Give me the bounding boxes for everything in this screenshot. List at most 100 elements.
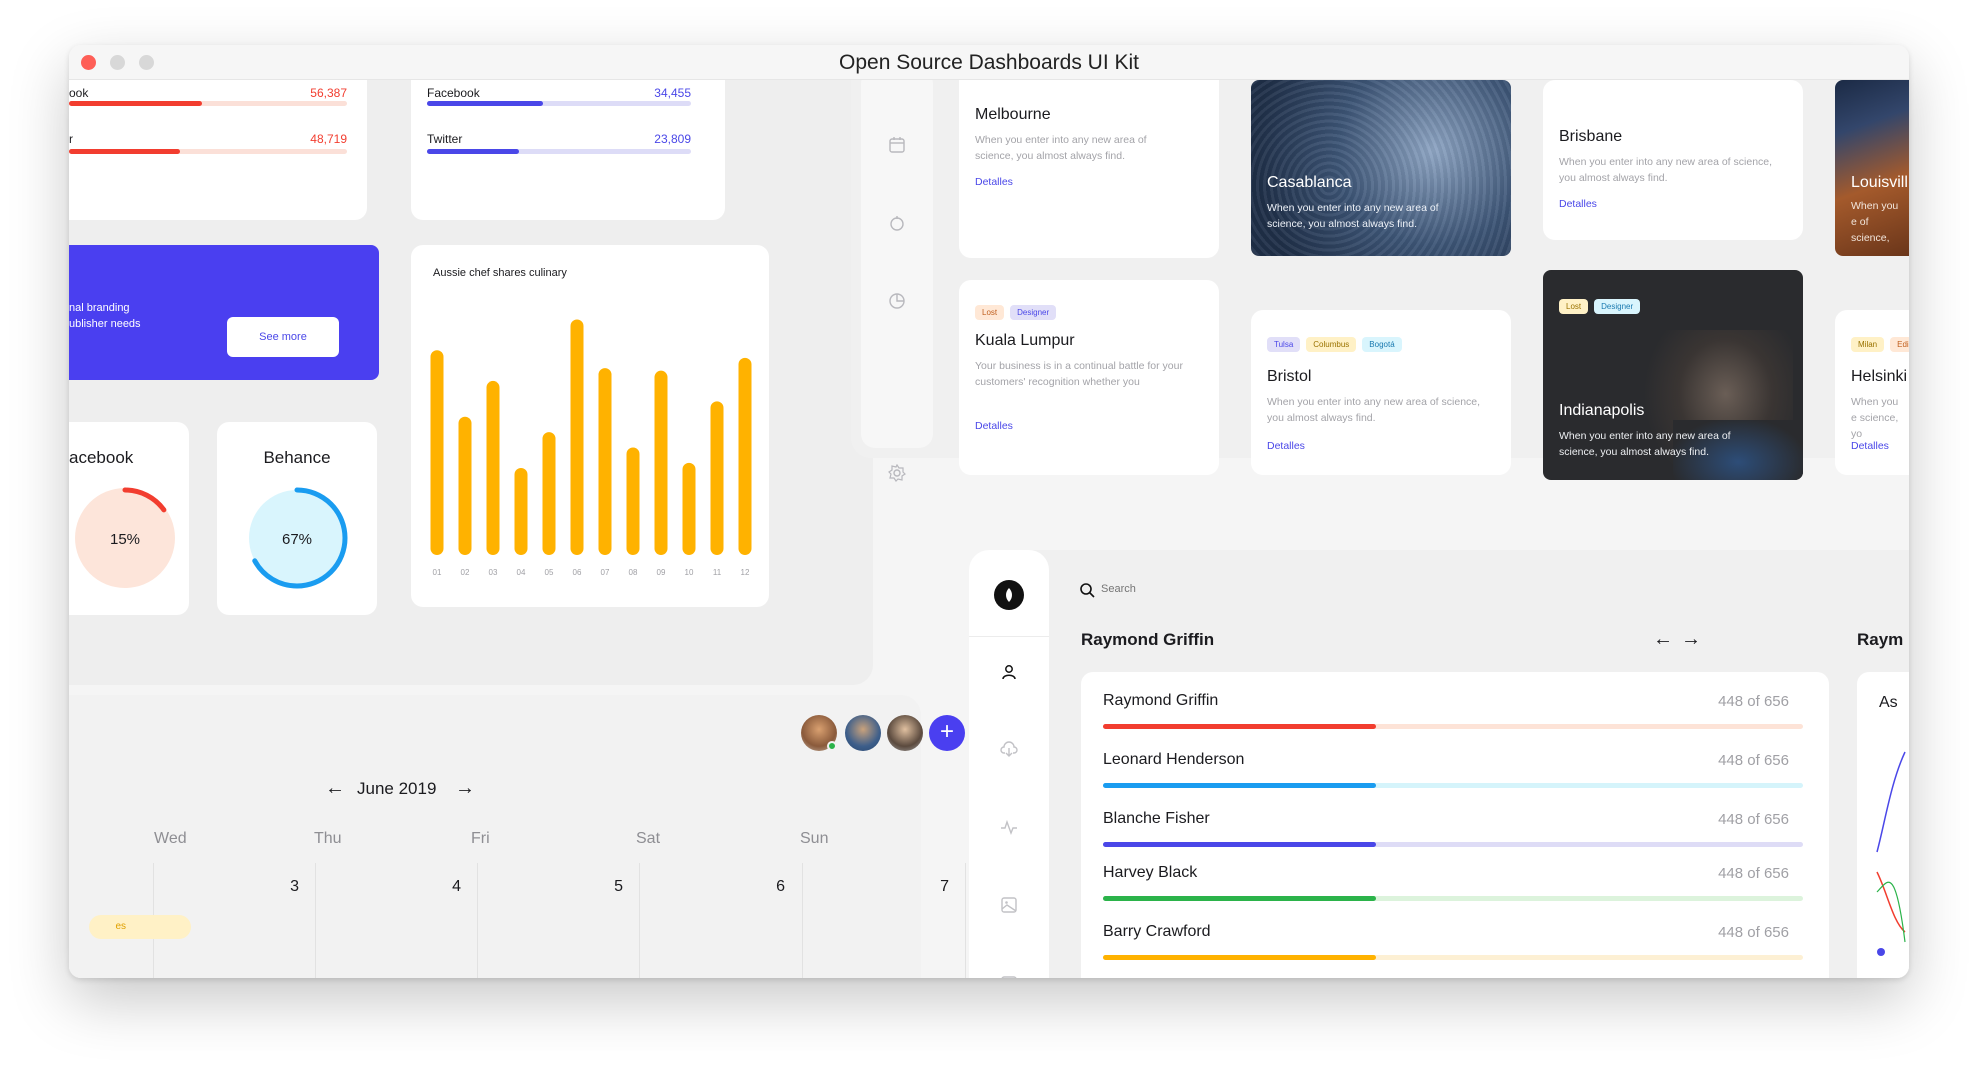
cities-panel: Melbourne When you enter into any new ar… (851, 80, 1909, 482)
social-item-label: Twitter (427, 132, 463, 146)
weekday-label: Thu (314, 830, 342, 847)
city-description: When you enter into any new area of scie… (1267, 202, 1439, 230)
chart-bar (710, 401, 724, 555)
section-title: Raym (1857, 630, 1904, 649)
people-sidebar (969, 550, 1049, 978)
progress-value: 448 of 656 (1718, 752, 1789, 769)
legend-dot (1877, 948, 1885, 956)
timer-icon[interactable] (888, 214, 906, 232)
prev-month-arrow-icon[interactable]: ← (325, 777, 345, 800)
cloud-download-icon[interactable] (1000, 740, 1018, 758)
chart-bar (682, 462, 696, 555)
person-name: Blanche Fisher (1103, 810, 1210, 827)
calendar-icon[interactable] (1000, 974, 1018, 978)
city-card-louisville[interactable]: Louisvill When you e of science, (1835, 80, 1909, 256)
user-icon[interactable] (1000, 663, 1018, 681)
calendar-icon[interactable] (888, 136, 906, 154)
prev-arrow-icon[interactable]: ← (1653, 628, 1673, 651)
divider (969, 636, 1049, 637)
person-name: Raymond Griffin (1103, 692, 1219, 709)
city-card-brisbane[interactable]: Brisbane When you enter into any new are… (1543, 80, 1803, 240)
city-card-bristol[interactable]: Tulsa Columbus Bogotá Bristol When you ent… (1251, 310, 1511, 475)
details-link[interactable]: Detalles (975, 420, 1013, 432)
tag: Lost (975, 305, 1005, 320)
calendar-date[interactable]: 5 (593, 878, 623, 896)
social-item-fill (69, 149, 181, 154)
chart-bar (458, 416, 472, 555)
month-label: June 2019 (357, 779, 437, 798)
progress-fill (1103, 842, 1376, 847)
grid-line (965, 863, 966, 978)
city-description: When you e of science, (1851, 200, 1899, 244)
calendar-event[interactable]: es (89, 915, 191, 939)
next-month-arrow-icon[interactable]: → (455, 777, 475, 800)
settings-icon[interactable] (888, 464, 906, 482)
x-tick-label: 06 (573, 568, 582, 577)
progress-list-card: Raymond Griffin 448 of 656 Leonard Hende… (1081, 672, 1829, 978)
chart-bar (598, 368, 612, 555)
calendar-date[interactable]: 7 (919, 878, 949, 896)
x-tick-label: 04 (517, 568, 526, 577)
city-name: Louisvill (1851, 174, 1908, 191)
city-card-melbourne[interactable]: Melbourne When you enter into any new ar… (959, 80, 1219, 258)
bar-chart: 01 02 03 04 05 06 07 08 09 10 11 12 (430, 319, 752, 577)
calendar-date[interactable]: 6 (755, 878, 785, 896)
social-item-track (427, 101, 691, 106)
social-item-value: 23,809 (654, 132, 691, 146)
social-item-track (69, 149, 347, 154)
city-card-kuala-lumpur[interactable]: Lost Designer Kuala Lumpur Your business … (959, 280, 1219, 475)
chart-bar (738, 357, 752, 555)
tag: Lost (1559, 299, 1589, 314)
promo-text: nal branding (69, 302, 130, 314)
add-member-button[interactable]: + (929, 715, 965, 751)
chart-bar (570, 319, 584, 555)
search-input[interactable] (1101, 578, 1301, 600)
social-item-fill (427, 101, 544, 106)
pie-chart-icon[interactable] (888, 292, 906, 310)
social-item-label: Facebook (427, 86, 480, 100)
tag-list: Lost Designer (975, 302, 1062, 320)
promo-card: nal branding ublisher needs See more (69, 245, 379, 380)
details-link[interactable]: Detalles (975, 176, 1013, 188)
series-line (1876, 751, 1906, 853)
line-chart (1876, 751, 1906, 956)
chart-bar (514, 467, 528, 555)
avatar[interactable] (887, 715, 923, 751)
city-description: When you enter into any new area of scie… (1267, 396, 1481, 424)
donut-value: 67% (282, 531, 312, 548)
chart-title: Aussie chef shares culinary (433, 267, 567, 279)
city-description: When you enter into any new area of scie… (1559, 156, 1773, 184)
see-more-button[interactable]: See more (227, 317, 339, 357)
series-line (1876, 871, 1906, 933)
donut-value: 15% (110, 531, 140, 548)
online-status-icon (827, 741, 837, 751)
city-description: Your business is in a continual battle f… (975, 360, 1183, 388)
details-link[interactable]: Detalles (1851, 440, 1889, 452)
section-title: Raymond Griffin (1081, 630, 1215, 649)
weekday-label: Sun (800, 830, 829, 847)
progress-track (1103, 724, 1803, 729)
city-card-indianapolis[interactable]: Lost Designer Indianapolis When you enter… (1543, 270, 1803, 480)
city-card-casablanca[interactable]: Casablanca When you enter into any new a… (1251, 80, 1511, 256)
series-line (1876, 881, 1906, 943)
chart-bar (430, 350, 444, 555)
person-name: Barry Crawford (1103, 923, 1211, 940)
calendar-date[interactable]: 4 (431, 878, 461, 896)
details-link[interactable]: Detalles (1267, 440, 1305, 452)
avatar[interactable] (845, 715, 881, 751)
calendar-date[interactable]: 3 (269, 878, 299, 896)
tag: Milan (1851, 337, 1885, 352)
weekday-label: Sat (636, 830, 661, 847)
activity-icon[interactable] (1000, 818, 1018, 836)
details-link[interactable]: Detalles (1559, 198, 1597, 210)
tag-list: Milan Edi (1851, 334, 1909, 352)
next-arrow-icon[interactable]: → (1681, 628, 1701, 651)
social-item-value: 48,719 (310, 132, 347, 146)
city-description: When you enter into any new area of scie… (1559, 430, 1731, 458)
city-card-helsinki[interactable]: Milan Edi Helsinki When you e science, yo… (1835, 310, 1909, 475)
progress-value: 448 of 656 (1718, 811, 1789, 828)
logo-icon[interactable] (994, 580, 1024, 610)
donut-title: acebook (69, 448, 134, 467)
progress-track (1103, 783, 1803, 788)
image-icon[interactable] (1000, 896, 1018, 914)
